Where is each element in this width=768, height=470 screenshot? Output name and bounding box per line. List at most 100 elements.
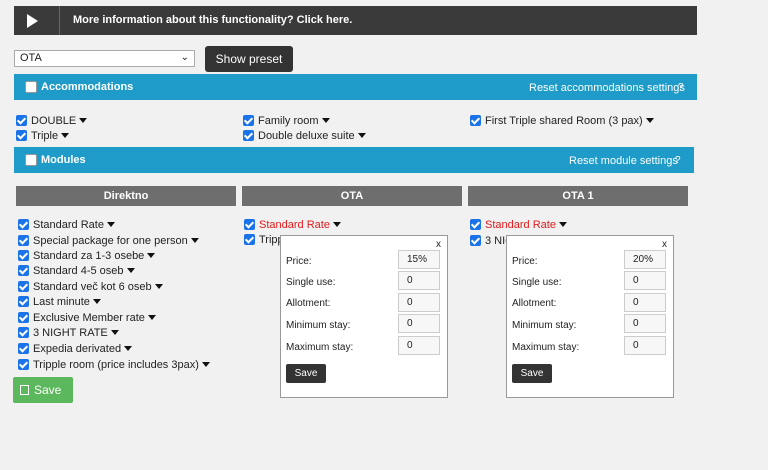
- checkbox[interactable]: [18, 219, 29, 230]
- accommodation-item[interactable]: Triple: [16, 130, 70, 142]
- checkbox[interactable]: [16, 115, 27, 126]
- close-icon[interactable]: x: [662, 239, 667, 250]
- single-use-label: Single use:: [286, 277, 336, 288]
- checkbox[interactable]: [470, 115, 481, 126]
- rate-item[interactable]: Exclusive Member rate: [18, 312, 156, 324]
- rate-item[interactable]: Standard za 1-3 osebe: [18, 250, 156, 262]
- modules-bar: Modules Reset module settings ?: [14, 147, 694, 173]
- caret-down-icon[interactable]: [124, 346, 133, 351]
- help-icon[interactable]: ?: [678, 82, 684, 93]
- popup-save-button[interactable]: Save: [512, 364, 552, 383]
- allotment-input[interactable]: 0: [624, 293, 666, 312]
- popup-save-button[interactable]: Save: [286, 364, 326, 383]
- checkbox[interactable]: [18, 327, 29, 338]
- checkbox[interactable]: [18, 265, 29, 276]
- accommodations-title: Accommodations: [41, 81, 134, 93]
- caret-down-icon[interactable]: [321, 118, 330, 123]
- accommodations-select-all-checkbox[interactable]: [25, 81, 37, 93]
- preset-select[interactable]: OTA ⌄: [14, 50, 195, 67]
- single-use-input[interactable]: 0: [398, 271, 440, 290]
- accommodation-item[interactable]: First Triple shared Room (3 pax): [470, 115, 654, 127]
- checkbox[interactable]: [18, 250, 29, 261]
- checkbox[interactable]: [470, 219, 481, 230]
- price-label: Price:: [512, 256, 538, 267]
- floppy-disk-icon: [20, 385, 29, 395]
- allotment-input[interactable]: 0: [398, 293, 440, 312]
- caret-down-icon[interactable]: [332, 222, 341, 227]
- rate-item[interactable]: Standard Rate: [470, 219, 567, 231]
- checkbox[interactable]: [18, 312, 29, 323]
- checkbox[interactable]: [18, 296, 29, 307]
- info-bar[interactable]: More information about this functionalit…: [14, 6, 697, 35]
- minimum-stay-input[interactable]: 0: [398, 314, 440, 333]
- rate-settings-popup: x Price: 15% Single use: 0 Allotment: 0 …: [280, 235, 448, 398]
- modules-title: Modules: [41, 154, 86, 166]
- single-use-input[interactable]: 0: [624, 271, 666, 290]
- allotment-label: Allotment:: [286, 298, 331, 309]
- checkbox[interactable]: [18, 281, 29, 292]
- reset-modules-link[interactable]: Reset module settings: [569, 155, 678, 167]
- rate-item[interactable]: 3 NIGHT RATE: [18, 327, 119, 339]
- caret-down-icon[interactable]: [147, 253, 156, 258]
- caret-down-icon[interactable]: [92, 299, 101, 304]
- rate-item[interactable]: Expedia derivated: [18, 343, 133, 355]
- accommodation-item[interactable]: Double deluxe suite: [243, 130, 366, 142]
- info-link[interactable]: More information about this functionalit…: [73, 14, 352, 26]
- divider: [59, 6, 60, 35]
- accommodation-item[interactable]: DOUBLE: [16, 115, 88, 127]
- maximum-stay-label: Maximum stay:: [512, 342, 580, 353]
- checkbox[interactable]: [18, 235, 29, 246]
- rate-item[interactable]: Special package for one person: [18, 235, 199, 247]
- minimum-stay-input[interactable]: 0: [624, 314, 666, 333]
- caret-down-icon[interactable]: [154, 284, 163, 289]
- caret-down-icon[interactable]: [357, 133, 366, 138]
- accommodation-item[interactable]: Family room: [243, 115, 330, 127]
- caret-down-icon[interactable]: [558, 222, 567, 227]
- checkbox[interactable]: [16, 130, 27, 141]
- chevron-down-icon: ⌄: [180, 52, 189, 63]
- modules-select-all-checkbox[interactable]: [25, 154, 37, 166]
- reset-accommodations-link[interactable]: Reset accommodations settings: [529, 82, 685, 94]
- caret-down-icon[interactable]: [79, 118, 88, 123]
- minimum-stay-label: Minimum stay:: [512, 320, 577, 331]
- maximum-stay-label: Maximum stay:: [286, 342, 354, 353]
- rate-item[interactable]: Tripp: [244, 234, 284, 246]
- show-preset-button[interactable]: Show preset: [205, 46, 293, 72]
- rate-item[interactable]: Tripple room (price includes 3pax): [18, 359, 210, 371]
- checkbox[interactable]: [18, 343, 29, 354]
- caret-down-icon[interactable]: [201, 362, 210, 367]
- preset-select-value: OTA: [20, 52, 42, 64]
- rate-item[interactable]: Standard 4-5 oseb: [18, 265, 135, 277]
- caret-down-icon[interactable]: [147, 315, 156, 320]
- caret-down-icon[interactable]: [110, 330, 119, 335]
- maximum-stay-input[interactable]: 0: [398, 336, 440, 355]
- checkbox[interactable]: [243, 115, 254, 126]
- caret-down-icon[interactable]: [645, 118, 654, 123]
- caret-down-icon[interactable]: [61, 133, 70, 138]
- caret-down-icon[interactable]: [106, 222, 115, 227]
- checkbox[interactable]: [244, 234, 255, 245]
- close-icon[interactable]: x: [436, 239, 441, 250]
- single-use-label: Single use:: [512, 277, 562, 288]
- price-input[interactable]: 15%: [398, 250, 440, 269]
- save-button[interactable]: Save: [13, 377, 73, 403]
- checkbox[interactable]: [244, 219, 255, 230]
- play-icon[interactable]: [27, 14, 38, 28]
- rate-item[interactable]: Standard Rate: [244, 219, 341, 231]
- rate-item[interactable]: Last minute: [18, 296, 101, 308]
- checkbox[interactable]: [243, 130, 254, 141]
- rate-item[interactable]: Standard več kot 6 oseb: [18, 281, 163, 293]
- price-input[interactable]: 20%: [624, 250, 666, 269]
- maximum-stay-input[interactable]: 0: [624, 336, 666, 355]
- checkbox[interactable]: [470, 235, 481, 246]
- caret-down-icon[interactable]: [190, 238, 199, 243]
- rate-settings-popup: x Price: 20% Single use: 0 Allotment: 0 …: [506, 235, 674, 398]
- rate-item[interactable]: Standard Rate: [18, 219, 115, 231]
- save-button-label: Save: [34, 383, 62, 397]
- checkbox[interactable]: [18, 359, 29, 370]
- allotment-label: Allotment:: [512, 298, 557, 309]
- caret-down-icon[interactable]: [126, 268, 135, 273]
- accommodations-bar: Accommodations Reset accommodations sett…: [14, 74, 697, 100]
- column-header-direktno: Direktno: [16, 186, 236, 206]
- help-icon[interactable]: ?: [675, 155, 681, 166]
